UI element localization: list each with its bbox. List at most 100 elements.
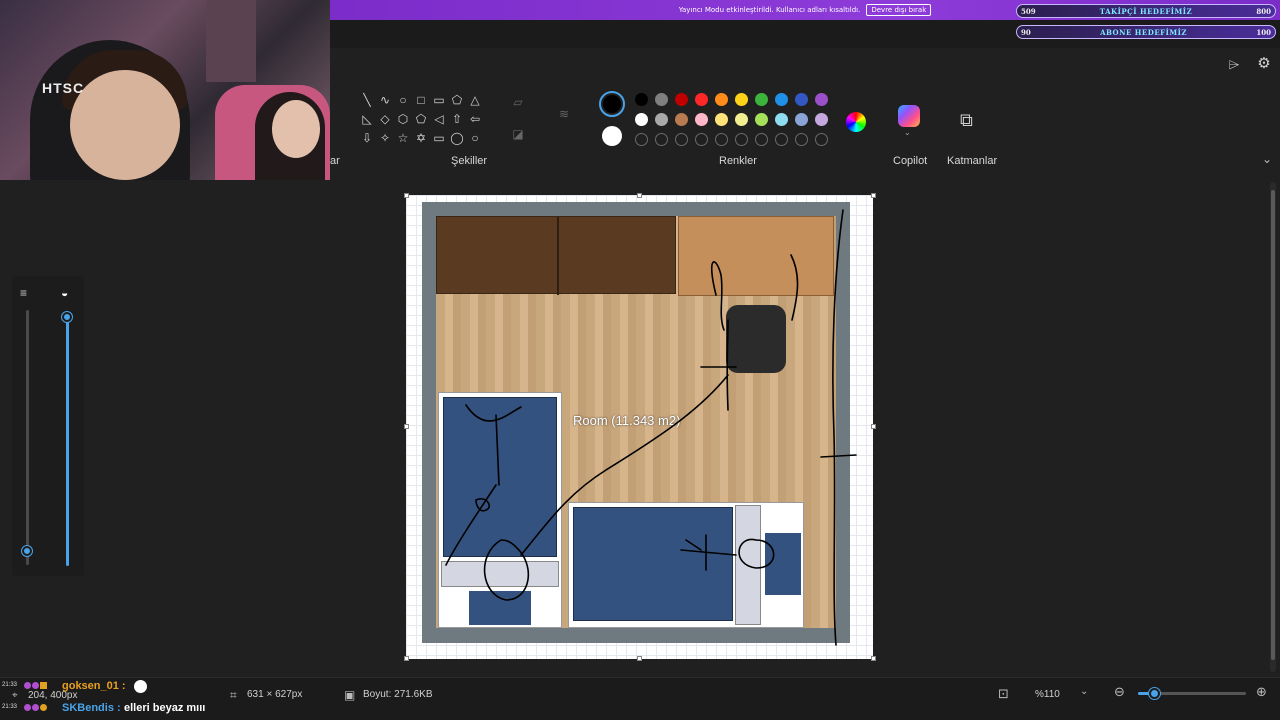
- copilot-label: Copilot: [893, 155, 928, 167]
- color-swatch-r1-4[interactable]: [715, 93, 728, 106]
- chat-badges: [24, 682, 48, 692]
- color-swatch-r2-2[interactable]: [675, 113, 688, 126]
- shape-tool-9-icon[interactable]: ⬡: [394, 111, 412, 127]
- shape-fill-icon: ◪: [512, 127, 524, 141]
- custom-color-slot-6[interactable]: [755, 133, 768, 146]
- color-swatch-r1-2[interactable]: [675, 93, 688, 106]
- layers-label: Katmanlar: [947, 155, 998, 167]
- banner-text: Yayıncı Modu etkinleştirildi. Kullanıcı …: [678, 6, 861, 14]
- stroke-figure-2: [680, 534, 737, 571]
- shape-tool-16-icon[interactable]: ☆: [394, 130, 412, 146]
- gear-icon[interactable]: ⚙: [1256, 56, 1272, 74]
- custom-color-slot-3[interactable]: [695, 133, 708, 146]
- shape-tool-14-icon[interactable]: ⇩: [358, 130, 376, 146]
- expand-ribbon-icon[interactable]: ⌄: [1262, 152, 1272, 166]
- webcam-overlay: HTSC: [0, 0, 330, 196]
- shape-tool-20-icon[interactable]: ○: [466, 130, 484, 146]
- color-swatch-r1-1[interactable]: [655, 93, 668, 106]
- save-icon: ▣: [344, 688, 356, 702]
- stroke-circle-2: [738, 538, 775, 569]
- opacity-slider-fill[interactable]: [66, 316, 69, 566]
- color-swatch-r1-6[interactable]: [755, 93, 768, 106]
- disable-streamer-mode-button[interactable]: Devre dışı bırak: [866, 4, 932, 16]
- layers-icon[interactable]: ⧉: [960, 110, 973, 131]
- secondary-color-swatch[interactable]: [602, 126, 622, 146]
- fit-to-window-icon[interactable]: ⊡: [998, 686, 1009, 702]
- color-swatch-r2-7[interactable]: [775, 113, 788, 126]
- color-swatch-r1-3[interactable]: [695, 93, 708, 106]
- chat-message: elleri beyaz mııı: [124, 702, 206, 714]
- subscriber-goal-current: 90: [1021, 27, 1031, 37]
- shape-tool-1-icon[interactable]: ∿: [376, 92, 394, 108]
- shape-tool-18-icon[interactable]: ▭: [430, 130, 448, 146]
- shape-tool-8-icon[interactable]: ◇: [376, 111, 394, 127]
- guest-face: [272, 100, 320, 158]
- custom-color-slot-0[interactable]: [635, 133, 648, 146]
- chevron-down-icon[interactable]: ⌄: [904, 128, 911, 137]
- custom-color-slot-4[interactable]: [715, 133, 728, 146]
- opacity-slider-thumb[interactable]: [62, 312, 72, 322]
- follower-goal-bar: 509 TAKİPÇİ HEDEFİMİZ 800: [1016, 4, 1276, 18]
- color-swatch-r1-7[interactable]: [775, 93, 788, 106]
- edit-colors-icon[interactable]: [846, 112, 866, 132]
- shape-tool-11-icon[interactable]: ◁: [430, 111, 448, 127]
- shape-tool-3-icon[interactable]: □: [412, 92, 430, 108]
- canvas-dimensions: 631 × 627px: [247, 689, 303, 700]
- color-swatch-r2-0[interactable]: [635, 113, 648, 126]
- size-slider-track[interactable]: [26, 310, 29, 565]
- follower-goal-target: 800: [1256, 6, 1271, 16]
- shape-tool-6-icon[interactable]: △: [466, 92, 484, 108]
- subscriber-goal-bar: 90 ABONE HEDEFİMİZ 100: [1016, 25, 1276, 39]
- color-swatch-r2-3[interactable]: [695, 113, 708, 126]
- stroke-circle-1: [483, 539, 530, 601]
- shape-tool-10-icon[interactable]: ⬠: [412, 111, 430, 127]
- color-swatch-r1-0[interactable]: [635, 93, 648, 106]
- freehand-strokes: [445, 209, 857, 646]
- color-swatch-r2-4[interactable]: [715, 113, 728, 126]
- custom-color-slot-2[interactable]: [675, 133, 688, 146]
- shape-tool-19-icon[interactable]: ◯: [448, 130, 466, 146]
- chat-badges: [24, 704, 54, 714]
- shape-tool-2-icon[interactable]: ○: [394, 92, 412, 108]
- size-slider-thumb[interactable]: [22, 546, 32, 556]
- custom-color-slot-7[interactable]: [775, 133, 788, 146]
- color-swatch-r2-1[interactable]: [655, 113, 668, 126]
- copilot-icon[interactable]: [898, 105, 920, 127]
- chat-username: SKBendis :: [62, 702, 121, 714]
- color-swatch-r2-5[interactable]: [735, 113, 748, 126]
- custom-color-slot-5[interactable]: [735, 133, 748, 146]
- shape-tool-15-icon[interactable]: ✧: [376, 130, 394, 146]
- shape-tool-13-icon[interactable]: ⇦: [466, 111, 484, 127]
- opacity-icon: ◒: [61, 286, 69, 300]
- color-swatch-r1-5[interactable]: [735, 93, 748, 106]
- color-swatch-r1-9[interactable]: [815, 93, 828, 106]
- shape-style-icon: ≋: [558, 107, 570, 121]
- primary-color-swatch[interactable]: [599, 91, 625, 117]
- shape-tool-7-icon[interactable]: ◺: [358, 111, 376, 127]
- color-swatch-r2-6[interactable]: [755, 113, 768, 126]
- color-swatch-r1-8[interactable]: [795, 93, 808, 106]
- zoom-dropdown-icon[interactable]: ⌄: [1080, 686, 1088, 697]
- zoom-out-icon[interactable]: ⊖: [1114, 684, 1125, 700]
- shape-tool-12-icon[interactable]: ⇧: [448, 111, 466, 127]
- custom-color-slot-9[interactable]: [815, 133, 828, 146]
- zoom-level[interactable]: %110: [1035, 689, 1060, 700]
- custom-color-slot-8[interactable]: [795, 133, 808, 146]
- shape-tool-4-icon[interactable]: ▭: [430, 92, 448, 108]
- shape-tool-5-icon[interactable]: ⬠: [448, 92, 466, 108]
- wall-poster: [206, 0, 256, 82]
- cropped-section-label: ar: [330, 155, 340, 167]
- color-swatch-r2-9[interactable]: [815, 113, 828, 126]
- chat-time: 21:33: [2, 682, 18, 688]
- zoom-slider-thumb[interactable]: [1149, 688, 1160, 699]
- stroke-tick: [820, 454, 857, 458]
- share-icon[interactable]: ⌲: [1226, 57, 1242, 74]
- color-swatch-r2-8[interactable]: [795, 113, 808, 126]
- zoom-in-icon[interactable]: ⊕: [1256, 684, 1267, 700]
- scrollbar-thumb[interactable]: [1271, 190, 1275, 660]
- custom-color-slot-1[interactable]: [655, 133, 668, 146]
- emote-icon: [134, 680, 147, 693]
- stroke-body: [726, 319, 729, 411]
- shape-tool-0-icon[interactable]: ╲: [358, 92, 376, 108]
- shape-tool-17-icon[interactable]: ✡: [412, 130, 430, 146]
